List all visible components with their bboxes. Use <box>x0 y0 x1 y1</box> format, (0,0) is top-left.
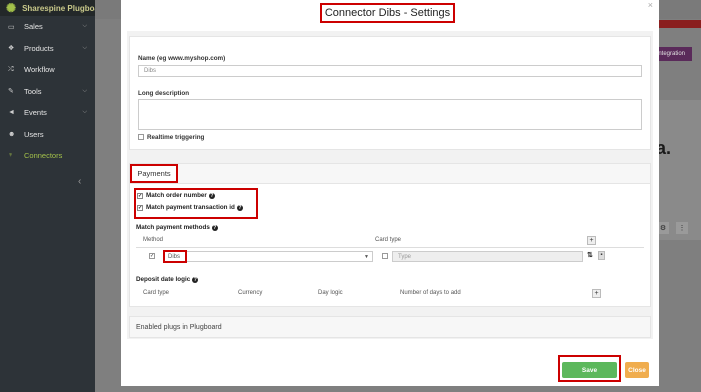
enabled-plugs-label: Enabled plugs in Plugboard <box>136 324 222 331</box>
sidebar-item-tools[interactable]: ✎ Tools ⌵ <box>0 81 95 103</box>
sidebar: ✺ Sharespine Plugboard I ▭ Sales ⌵ ❖ Pro… <box>0 0 95 392</box>
general-settings-panel: Name (eg www.myshop.com) Dibs Long descr… <box>129 36 651 150</box>
modal-title: Connector Dibs - Settings <box>320 3 455 23</box>
modal-body: Name (eg www.myshop.com) Dibs Long descr… <box>127 31 653 339</box>
trash-icon[interactable]: ▪ <box>598 251 605 260</box>
card-type-checkbox[interactable] <box>382 253 388 259</box>
chevron-down-icon: ⌵ <box>82 44 87 51</box>
name-label: Name (eg www.myshop.com) <box>138 55 226 62</box>
sidebar-item-connectors[interactable]: ♆ Connectors <box>0 145 95 167</box>
close-button[interactable]: Close <box>625 362 649 378</box>
realtime-checkbox[interactable] <box>138 134 144 140</box>
sidebar-item-label: Tools <box>24 86 42 96</box>
chevron-down-icon: ⌵ <box>82 23 87 30</box>
sidebar-item-label: Products <box>24 43 54 53</box>
match-order-number-row[interactable]: ✓ Match order number ? <box>137 192 215 199</box>
card-type-input[interactable]: Type <box>392 251 583 262</box>
money-icon: ▭ <box>8 23 15 31</box>
match-methods-label: Match payment methods <box>136 224 210 231</box>
deposit-column-days-to-add: Number of days to add <box>400 290 461 296</box>
match-transaction-id-label: Match payment transaction id <box>146 204 235 211</box>
close-icon[interactable]: × <box>648 0 653 10</box>
brand[interactable]: ✺ Sharespine Plugboard I <box>0 0 95 16</box>
payments-header <box>130 164 650 184</box>
payments-title: Payments <box>130 164 178 183</box>
more-icon[interactable]: ⋮ <box>676 222 688 234</box>
sidebar-item-label: Sales <box>24 22 43 32</box>
sidebar-item-products[interactable]: ❖ Products ⌵ <box>0 38 95 60</box>
logo-icon: ✺ <box>6 1 17 15</box>
name-field[interactable]: Dibs <box>138 65 642 77</box>
method-enabled-checkbox[interactable]: ✓ <box>149 253 155 259</box>
deposit-column-day-logic: Day logic <box>318 290 343 296</box>
sidebar-item-label: Events <box>24 108 47 118</box>
column-header-card-type: Card type <box>375 237 402 243</box>
column-header-method: Method <box>143 237 164 243</box>
help-icon[interactable]: ? <box>208 192 215 199</box>
collapse-sidebar-icon[interactable]: ‹ <box>78 176 81 187</box>
bullhorn-icon: ◄ <box>8 109 15 117</box>
method-select[interactable]: ▼ <box>187 251 373 262</box>
deposit-label: Deposit date logic <box>136 276 191 283</box>
help-icon[interactable]: ? <box>192 276 199 283</box>
match-order-number-label: Match order number <box>146 192 207 199</box>
chevron-down-icon: ⌵ <box>82 109 87 116</box>
match-methods-heading: Match payment methods ? <box>136 224 218 231</box>
deposit-heading: Deposit date logic ? <box>136 276 199 283</box>
sidebar-item-label: Connectors <box>24 151 63 161</box>
match-transaction-id-checkbox[interactable]: ✓ <box>137 204 143 211</box>
long-description-textarea[interactable] <box>138 99 642 130</box>
divider <box>136 247 644 248</box>
help-icon[interactable]: ? <box>236 204 243 211</box>
method-select-value[interactable]: Dibs <box>163 250 187 263</box>
realtime-label: Realtime triggering <box>147 134 205 141</box>
add-method-button[interactable]: + <box>587 236 596 245</box>
deposit-column-currency: Currency <box>238 290 263 296</box>
match-order-number-checkbox[interactable]: ✓ <box>137 192 143 199</box>
long-description-label: Long description <box>138 90 190 97</box>
cubes-icon: ❖ <box>8 45 15 53</box>
plug-icon: ♆ <box>8 152 14 160</box>
sidebar-item-label: Users <box>24 129 44 139</box>
sidebar-item-workflow[interactable]: ⤮ Workflow <box>0 59 95 81</box>
sidebar-item-events[interactable]: ◄ Events ⌵ <box>0 102 95 124</box>
chevron-down-icon: ⌵ <box>82 87 87 94</box>
deposit-column-card-type: Card type <box>143 290 170 296</box>
settings-modal: Connector Dibs - Settings × Name (eg www… <box>121 0 659 386</box>
brand-name: Sharespine Plugboard I <box>22 3 95 13</box>
shuffle-icon: ⤮ <box>8 65 14 73</box>
sidebar-item-users[interactable]: ☻ Users <box>0 124 95 146</box>
sidebar-item-label: Workflow <box>24 65 55 75</box>
sidebar-item-sales[interactable]: ▭ Sales ⌵ <box>0 16 95 38</box>
chevron-down-icon: ▼ <box>364 254 369 260</box>
help-icon[interactable]: ? <box>211 224 218 231</box>
enabled-plugs-panel[interactable]: Enabled plugs in Plugboard <box>129 316 651 338</box>
add-deposit-rule-button[interactable]: + <box>592 289 601 298</box>
wrench-icon: ✎ <box>8 88 14 96</box>
sort-icon[interactable]: ⇅ <box>587 251 593 259</box>
match-transaction-id-row[interactable]: ✓ Match payment transaction id ? <box>137 204 243 211</box>
payments-panel: Payments ✓ Match order number ? ✓ Match … <box>129 163 651 307</box>
users-icon: ☻ <box>8 130 16 138</box>
save-button[interactable]: Save <box>562 362 617 378</box>
